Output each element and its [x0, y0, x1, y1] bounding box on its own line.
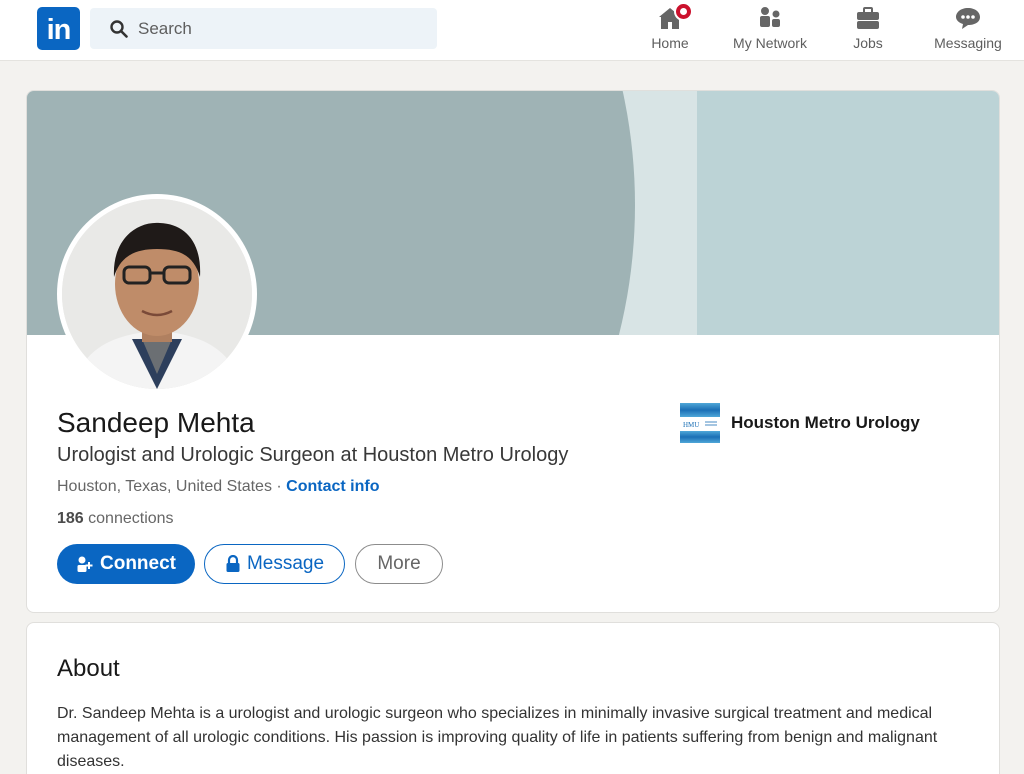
nav-messaging-label: Messaging	[934, 35, 1002, 51]
about-title: About	[57, 655, 120, 682]
more-button-label: More	[377, 553, 421, 574]
avatar-photo	[62, 199, 252, 389]
connect-button[interactable]: Connect	[57, 544, 195, 584]
profile-name: Sandeep Mehta	[57, 407, 255, 438]
separator-dot: ·	[271, 478, 287, 495]
current-company[interactable]: HMU Houston Metro Urology	[680, 403, 920, 443]
location-row: Houston, Texas, United States · Contact …	[57, 478, 379, 496]
connections-label: connections	[88, 510, 174, 527]
company-logo-graphic: HMU	[680, 403, 720, 443]
connections-count: 186	[57, 510, 84, 527]
more-button[interactable]: More	[355, 544, 443, 584]
profile-location: Houston, Texas, United States	[57, 478, 272, 495]
about-card: About Dr. Sandeep Mehta is a urologist a…	[26, 622, 1000, 774]
top-navigation-bar: in Home My Network Jobs	[0, 0, 1024, 61]
network-icon	[760, 7, 780, 27]
briefcase-icon	[857, 7, 879, 29]
linkedin-logo-text: in	[46, 14, 72, 46]
nav-jobs[interactable]: Jobs	[838, 0, 898, 61]
avatar-portrait	[62, 199, 252, 389]
lock-icon	[226, 555, 240, 572]
company-logo-text: HMU	[683, 421, 699, 429]
linkedin-logo[interactable]: in	[37, 7, 80, 50]
message-button[interactable]: Message	[204, 544, 345, 584]
nav-my-network[interactable]: My Network	[722, 0, 818, 61]
nav-home[interactable]: Home	[640, 0, 700, 61]
messaging-icon	[956, 8, 980, 29]
nav-jobs-label: Jobs	[853, 35, 883, 51]
profile-avatar[interactable]	[57, 194, 257, 394]
company-logo: HMU	[680, 403, 720, 443]
nav-my-network-label: My Network	[733, 35, 807, 51]
notification-badge	[674, 2, 693, 21]
profile-card: Sandeep Mehta Urologist and Urologic Sur…	[26, 90, 1000, 613]
search-box[interactable]	[90, 8, 437, 49]
nav-messaging[interactable]: Messaging	[926, 0, 1010, 61]
message-button-label: Message	[246, 553, 325, 574]
contact-info-link[interactable]: Contact info	[286, 478, 379, 495]
add-person-icon	[77, 556, 93, 572]
nav-home-label: Home	[651, 35, 689, 51]
about-text: Dr. Sandeep Mehta is a urologist and uro…	[57, 705, 938, 770]
search-icon	[110, 20, 128, 38]
connections-row[interactable]: 186 connections	[57, 510, 174, 528]
company-name: Houston Metro Urology	[731, 413, 920, 432]
search-input[interactable]	[138, 8, 428, 49]
profile-headline: Urologist and Urologic Surgeon at Housto…	[57, 444, 569, 466]
connect-button-label: Connect	[100, 553, 176, 574]
